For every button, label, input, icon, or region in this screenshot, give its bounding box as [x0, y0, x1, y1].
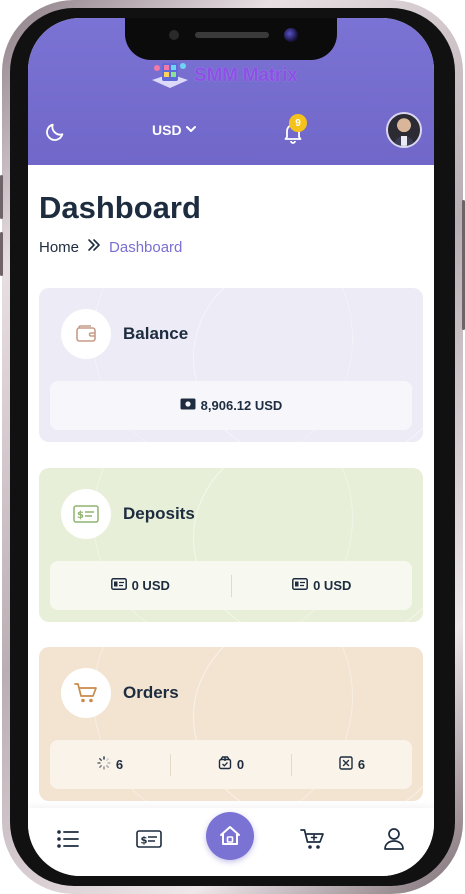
orders-value: 6	[357, 757, 366, 772]
speaker-grille	[195, 32, 269, 38]
app-header: SMM Matrix USD 9	[28, 18, 434, 165]
cancel-box-icon	[339, 756, 353, 773]
balance-amount-box: 8,906.12 USD	[50, 381, 412, 430]
currency-selector[interactable]: USD	[152, 122, 197, 138]
orders-title: Orders	[123, 683, 179, 702]
orders-stats-box: 6 0 6	[50, 740, 412, 789]
orders-processing-stat: 0	[170, 753, 291, 776]
phone-notch	[125, 18, 337, 60]
svg-text:$: $	[77, 510, 84, 521]
orders-value: 0	[236, 757, 245, 772]
user-icon[interactable]	[381, 826, 407, 852]
app-screen: SMM Matrix USD 9 Dashboard Home Dashboar…	[28, 18, 434, 876]
currency-label: USD	[152, 122, 182, 138]
list-icon[interactable]	[55, 826, 81, 852]
svg-text:$: $	[141, 836, 148, 847]
money-bill-icon: $	[61, 489, 111, 539]
breadcrumb-current: Dashboard	[109, 238, 183, 256]
orders-pending-stat: 6	[50, 754, 170, 776]
balance-stat: 8,906.12 USD	[50, 395, 412, 417]
breadcrumb-home[interactable]: Home	[39, 239, 79, 256]
avatar[interactable]	[386, 112, 422, 148]
front-camera	[284, 28, 298, 42]
money-bill-icon	[180, 398, 196, 413]
orders-card: Orders 6 0 6	[39, 647, 423, 801]
money-bill-icon	[110, 578, 127, 593]
deposit-value: 0 USD	[313, 578, 352, 593]
money-bill-icon[interactable]: $	[136, 826, 162, 852]
breadcrumb: Home Dashboard	[39, 238, 182, 256]
page-title: Dashboard	[39, 190, 201, 225]
money-bill-icon	[292, 578, 309, 593]
deposits-title: Deposits	[123, 504, 195, 523]
balance-card: Balance 8,906.12 USD	[39, 288, 423, 442]
wallet-icon	[61, 309, 111, 359]
chevron-down-icon	[185, 122, 197, 138]
avatar-collar	[401, 136, 407, 146]
loading-icon	[97, 756, 111, 773]
brand[interactable]: SMM Matrix	[150, 60, 298, 92]
balance-title: Balance	[123, 324, 189, 343]
balance-amount: 8,906.12 USD	[200, 398, 283, 413]
orders-value: 6	[115, 757, 124, 772]
notification-badge: 9	[289, 114, 307, 132]
moon-icon[interactable]	[44, 121, 66, 143]
phone-side-button	[0, 175, 3, 219]
cart-plus-icon[interactable]	[300, 826, 326, 852]
deposits-card: $ Deposits 0 USD 0 USD	[39, 468, 423, 622]
phone-side-button	[0, 232, 3, 276]
sensor-dot	[169, 30, 179, 40]
home-icon[interactable]	[206, 812, 254, 860]
deposit-stat: 0 USD	[230, 574, 413, 597]
deposit-stat: 0 USD	[50, 575, 231, 597]
package-icon	[218, 756, 232, 773]
deposit-value: 0 USD	[131, 578, 170, 593]
orders-cancelled-stat: 6	[291, 753, 412, 776]
bottom-nav: $	[28, 808, 434, 876]
double-chevron-right-icon	[87, 238, 101, 256]
brand-name: SMM Matrix	[194, 65, 298, 86]
deposits-stats-box: 0 USD 0 USD	[50, 561, 412, 610]
brand-logo	[150, 60, 190, 92]
cart-icon	[61, 668, 111, 718]
